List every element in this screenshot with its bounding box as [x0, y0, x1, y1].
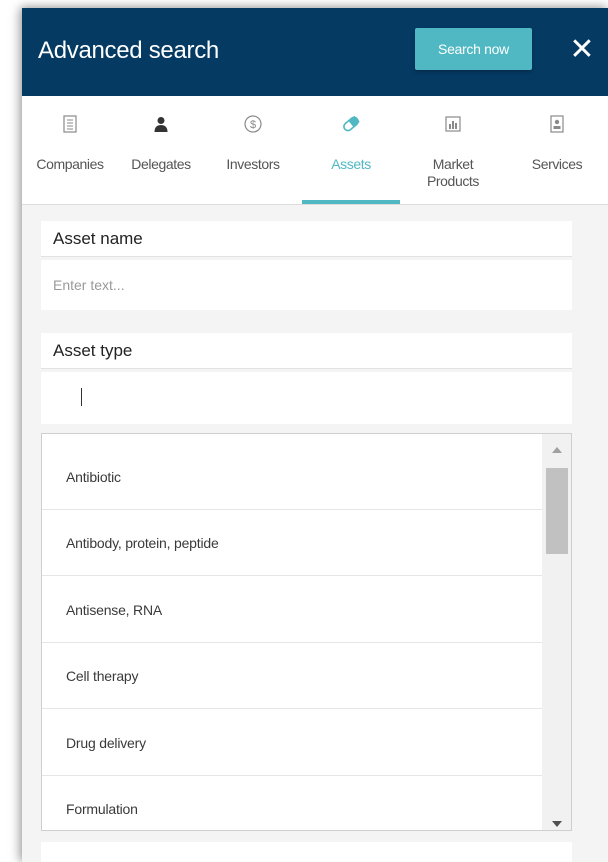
dollar-icon: $ [204, 114, 302, 134]
building-icon [22, 114, 118, 134]
tab-label: Market Products [426, 156, 480, 189]
asset-type-label: Asset type [41, 333, 572, 369]
panel-header: Advanced search Search now ✕ [22, 8, 608, 96]
text-cursor [81, 388, 82, 406]
dropdown-option-antibiotic[interactable]: Antibiotic [42, 444, 542, 510]
person-icon [118, 114, 204, 134]
tab-market-products[interactable]: Market Products [400, 96, 506, 204]
close-icon[interactable]: ✕ [564, 30, 600, 70]
tab-label: Assets [331, 156, 371, 172]
tab-companies[interactable]: Companies [22, 96, 118, 204]
scroll-up-arrow-icon[interactable] [542, 438, 571, 462]
tab-services[interactable]: Services [506, 96, 608, 204]
tab-label: Delegates [131, 156, 191, 172]
search-now-button[interactable]: Search now [415, 28, 532, 70]
asset-name-input[interactable] [41, 260, 572, 310]
tab-label: Services [531, 156, 583, 172]
dropdown-option-formulation[interactable]: Formulation [42, 776, 542, 830]
asset-name-label: Asset name [41, 221, 572, 257]
next-form-field [41, 842, 572, 862]
chart-icon [400, 114, 506, 134]
advanced-search-panel: Advanced search Search now ✕ Companies D… [22, 8, 608, 862]
asset-type-input[interactable] [41, 372, 572, 424]
dropdown-option-cell-therapy[interactable]: Cell therapy [42, 643, 542, 709]
category-tabs: Companies Delegates $ Investors Assets M… [22, 96, 608, 205]
dropdown-option-drug-delivery[interactable]: Drug delivery [42, 710, 542, 776]
tab-label: Investors [226, 156, 280, 172]
asset-type-dropdown: Antibiotic Antibody, protein, peptide An… [41, 433, 572, 831]
scrollbar-thumb[interactable] [546, 468, 568, 554]
active-tab-indicator [302, 200, 400, 204]
tab-investors[interactable]: $ Investors [204, 96, 302, 204]
dropdown-scrollbar[interactable] [542, 434, 571, 830]
dropdown-option-antibody[interactable]: Antibody, protein, peptide [42, 510, 542, 576]
scroll-down-arrow-icon[interactable] [542, 812, 571, 830]
tab-assets[interactable]: Assets [302, 96, 400, 204]
pill-icon [302, 114, 400, 134]
svg-text:$: $ [250, 119, 256, 131]
badge-icon [506, 114, 608, 134]
tab-delegates[interactable]: Delegates [118, 96, 204, 204]
tab-label: Companies [36, 156, 104, 172]
dropdown-option-antisense[interactable]: Antisense, RNA [42, 577, 542, 643]
panel-title: Advanced search [38, 37, 219, 64]
